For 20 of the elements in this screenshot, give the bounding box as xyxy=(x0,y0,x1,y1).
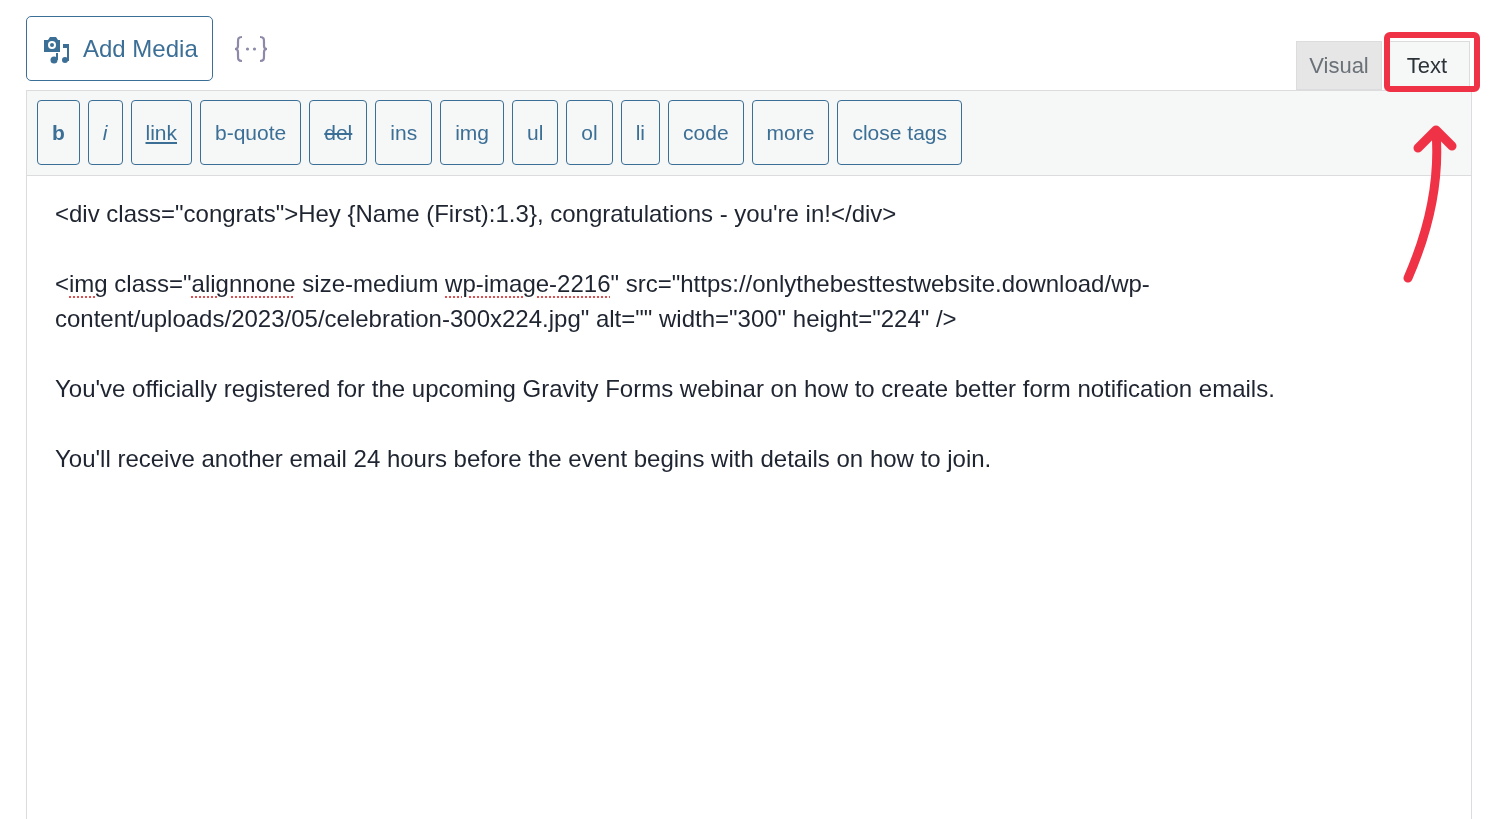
format-button[interactable]: b xyxy=(37,100,80,165)
merge-tags-icon[interactable] xyxy=(232,33,269,64)
text-paragraph: You'll receive another email 24 hours before the event begins with details on how to join. xyxy=(55,444,993,474)
format-button[interactable]: i xyxy=(87,100,123,165)
format-button[interactable]: link xyxy=(130,100,192,165)
format-button[interactable]: del xyxy=(309,100,368,165)
format-button[interactable]: b-quote xyxy=(200,100,302,165)
format-button[interactable]: ul xyxy=(512,100,559,165)
add-media-button[interactable]: Add Media xyxy=(26,16,213,81)
editor-tab[interactable]: Visual xyxy=(1296,41,1382,90)
format-button[interactable]: ins xyxy=(375,100,433,165)
text-paragraph: You've officially registered for the upcoming Gravity Forms webinar on how to create better form notification emails. xyxy=(55,374,1276,404)
format-button[interactable]: code xyxy=(668,100,744,165)
text-paragraph: <img class="alignnone size-medium wp-image-2216" src="https://onlythebesttestwebsite.download/wp-content/uploads/2023/05/celebration-300x224.jpg" alt="" width="300" height="224" /> xyxy=(55,269,1151,334)
format-button[interactable]: img xyxy=(440,100,504,165)
text-paragraph: <div class="congrats">Hey {Name (First):1.3}, congratulations - you're in!</div> xyxy=(55,199,898,229)
format-button[interactable]: li xyxy=(620,100,661,165)
format-button[interactable]: ol xyxy=(566,100,613,165)
format-button[interactable]: more xyxy=(751,100,830,165)
format-button[interactable]: close tags xyxy=(837,100,962,165)
